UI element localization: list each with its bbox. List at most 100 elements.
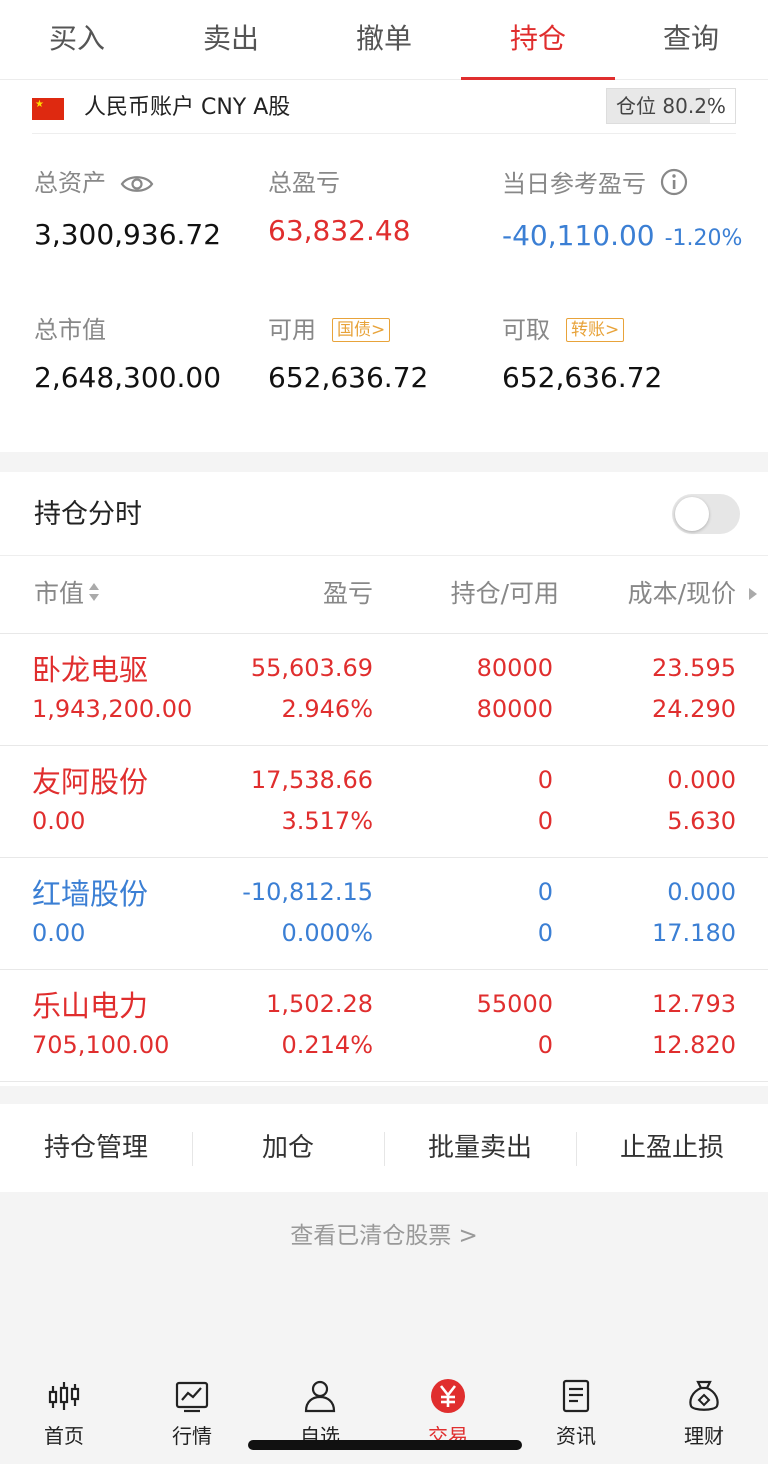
top-tab-bar: 买入 卖出 撤单 持仓 查询 — [0, 0, 768, 80]
column-pnl[interactable]: 盈亏 — [323, 578, 373, 610]
table-row[interactable]: 乐山电力 705,100.00 1,502.28 0.214% 55000 0 12.793… — [0, 970, 768, 1082]
take-profit-stop-loss-button[interactable]: 止盈止损 — [576, 1104, 768, 1192]
nav-news-label: 资讯 — [556, 1424, 596, 1448]
total-assets-value: 3,300,936.72 — [34, 218, 222, 251]
tab-buy[interactable]: 买入 — [0, 0, 154, 80]
table-row[interactable]: 友阿股份 0.00 17,538.66 3.517% 0 0 0.000 5.630 — [0, 746, 768, 858]
total-assets-metric: 总资产 3,300,936.72 — [34, 168, 221, 252]
news-icon — [562, 1379, 590, 1413]
daily-pnl-percent: -1.20% — [664, 226, 743, 251]
info-icon[interactable] — [660, 168, 688, 203]
nav-wealth[interactable]: 理财 — [640, 1368, 768, 1464]
nav-news[interactable]: 资讯 — [512, 1368, 640, 1464]
holdings-panel: 持仓分时 市值 盈亏 持仓/可用 成本/现价 卧龙电驱 1,943,200.00 5… — [0, 472, 768, 1086]
batch-sell-button[interactable]: 批量卖出 — [384, 1104, 576, 1192]
account-name: 人民币账户 CNY A股 — [84, 95, 291, 120]
stock-cost: 12.793 — [652, 990, 736, 1018]
china-flag-icon: ★ — [32, 98, 64, 120]
chart-icon — [175, 1381, 209, 1413]
holdings-action-bar: 持仓管理 加仓 批量卖出 止盈止损 — [0, 1104, 768, 1192]
column-cost-price[interactable]: 成本/现价 — [628, 578, 736, 610]
stock-available: 80000 — [476, 695, 553, 723]
position-management-button[interactable]: 持仓管理 — [0, 1104, 192, 1192]
account-selector[interactable]: ★ 人民币账户 CNY A股 仓位 80.2% — [32, 88, 736, 134]
treasury-bond-tag[interactable]: 国债> — [332, 318, 391, 342]
position-ratio-badge: 仓位 80.2% — [606, 88, 736, 124]
table-row[interactable]: 卧龙电驱 1,943,200.00 55,603.69 2.946% 80000 8000… — [0, 634, 768, 746]
available-metric: 可用 国债> 652,636.72 — [268, 315, 428, 395]
candlestick-icon — [48, 1382, 80, 1410]
home-indicator — [248, 1440, 522, 1450]
stock-pnl-percent: 0.000% — [281, 919, 373, 947]
nav-market-label: 行情 — [172, 1424, 212, 1448]
stock-market-value: 0.00 — [32, 807, 86, 835]
stock-pnl: 55,603.69 — [250, 654, 373, 682]
nav-home-label: 首页 — [44, 1424, 84, 1448]
stock-available: 0 — [537, 1031, 553, 1059]
stock-available: 0 — [537, 807, 553, 835]
scroll-right-icon[interactable] — [748, 578, 758, 618]
yuan-icon — [431, 1379, 465, 1413]
view-cleared-stocks-link[interactable]: 查看已清仓股票 > — [0, 1220, 768, 1252]
nav-market[interactable]: 行情 — [128, 1368, 256, 1464]
sort-icon — [88, 579, 100, 611]
toggle-knob — [675, 497, 709, 531]
withdrawable-metric: 可取 转账> 652,636.72 — [502, 315, 662, 395]
daily-pnl-metric: 当日参考盈亏 -40,110.00 -1.20% — [502, 168, 742, 256]
stock-market-value: 0.00 — [32, 919, 86, 947]
stock-cost: 23.595 — [652, 654, 736, 682]
stock-pnl-percent: 3.517% — [281, 807, 373, 835]
market-value-value: 2,648,300.00 — [34, 361, 222, 394]
total-assets-label: 总资产 — [34, 169, 106, 197]
tab-query[interactable]: 查询 — [614, 0, 768, 80]
column-market-value-label: 市值 — [34, 579, 85, 608]
transfer-tag[interactable]: 转账> — [566, 318, 625, 342]
stock-market-value: 1,943,200.00 — [32, 695, 193, 723]
stock-position: 0 — [537, 766, 553, 794]
daily-pnl-value: -40,110.00 — [502, 219, 655, 252]
account-summary: ★ 人民币账户 CNY A股 仓位 80.2% 总资产 3,300,936.72… — [0, 80, 768, 452]
stock-price: 24.290 — [652, 695, 736, 723]
nav-wealth-label: 理财 — [684, 1424, 724, 1448]
add-position-button[interactable]: 加仓 — [192, 1104, 384, 1192]
daily-pnl-label: 当日参考盈亏 — [502, 170, 646, 198]
withdrawable-value: 652,636.72 — [502, 361, 663, 394]
total-pnl-value: 63,832.48 — [268, 214, 411, 247]
column-market-value[interactable]: 市值 — [34, 578, 100, 611]
tab-cancel-order[interactable]: 撤单 — [307, 0, 461, 80]
stock-cost: 0.000 — [667, 766, 736, 794]
stock-available: 0 — [537, 919, 553, 947]
stock-name: 友阿股份 — [32, 765, 149, 799]
column-position-available[interactable]: 持仓/可用 — [451, 578, 559, 610]
position-ratio-label: 仓位 80.2% — [616, 94, 726, 118]
stock-position: 0 — [537, 878, 553, 906]
stock-market-value: 705,100.00 — [32, 1031, 170, 1059]
stock-name: 红墙股份 — [32, 877, 149, 911]
stock-position: 80000 — [476, 654, 553, 682]
stock-name: 乐山电力 — [32, 989, 149, 1023]
available-label: 可用 — [268, 316, 316, 344]
intraday-label: 持仓分时 — [34, 499, 142, 530]
tab-positions[interactable]: 持仓 — [461, 0, 615, 80]
holdings-table-header: 市值 盈亏 持仓/可用 成本/现价 — [0, 556, 768, 634]
stock-pnl: -10,812.15 — [242, 878, 373, 906]
eye-icon[interactable] — [120, 172, 154, 202]
table-row[interactable]: 红墙股份 0.00 -10,812.15 0.000% 0 0 0.000 17.180 — [0, 858, 768, 970]
stock-pnl-percent: 0.214% — [281, 1031, 373, 1059]
market-value-label: 总市值 — [34, 316, 106, 344]
stock-price: 17.180 — [652, 919, 736, 947]
stock-price: 5.630 — [667, 807, 736, 835]
stock-cost: 0.000 — [667, 878, 736, 906]
stock-price: 12.820 — [652, 1031, 736, 1059]
intraday-row: 持仓分时 — [0, 472, 768, 556]
market-value-metric: 总市值 2,648,300.00 — [34, 315, 221, 395]
stock-position: 55000 — [476, 990, 553, 1018]
stock-pnl: 1,502.28 — [266, 990, 373, 1018]
tab-sell[interactable]: 卖出 — [154, 0, 308, 80]
available-value: 652,636.72 — [268, 361, 429, 394]
total-pnl-metric: 总盈亏 63,832.48 — [268, 168, 411, 248]
stock-pnl-percent: 2.946% — [281, 695, 373, 723]
total-pnl-label: 总盈亏 — [268, 169, 340, 197]
intraday-toggle[interactable] — [672, 494, 740, 534]
nav-home[interactable]: 首页 — [0, 1368, 128, 1464]
